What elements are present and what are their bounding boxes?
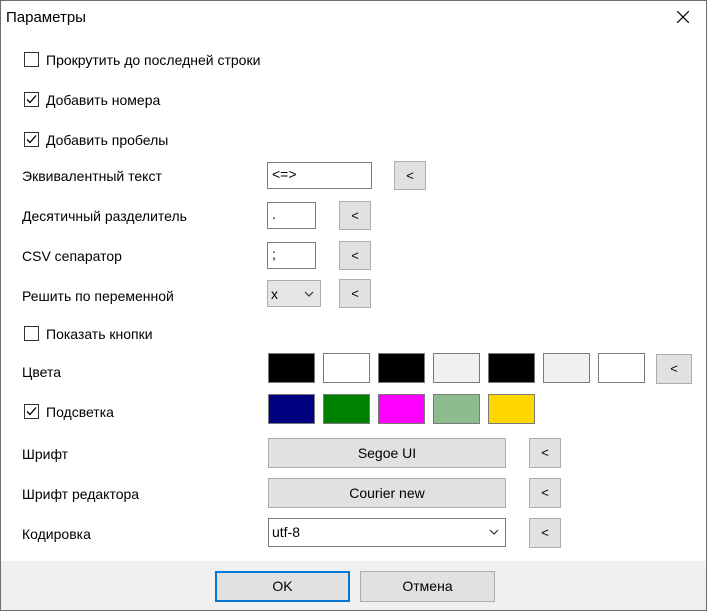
checkmark-icon bbox=[26, 95, 37, 104]
color-swatch[interactable] bbox=[543, 353, 590, 383]
editor-font-label: Шрифт редактора bbox=[22, 486, 140, 502]
color-swatch[interactable] bbox=[598, 353, 645, 383]
equiv-text-label: Эквивалентный текст bbox=[22, 168, 162, 184]
show-buttons-checkbox[interactable] bbox=[24, 326, 39, 341]
font-label: Шрифт bbox=[22, 446, 69, 462]
highlight-color-swatch[interactable] bbox=[378, 394, 425, 424]
color-swatch[interactable] bbox=[433, 353, 480, 383]
highlight-checkbox[interactable] bbox=[24, 404, 39, 419]
encoding-reset-button[interactable]: < bbox=[529, 518, 561, 548]
add-numbers-label: Добавить номера bbox=[46, 92, 161, 108]
equiv-text-field[interactable]: <=> bbox=[267, 162, 372, 189]
add-numbers-checkbox[interactable] bbox=[24, 92, 39, 107]
close-icon bbox=[677, 11, 689, 23]
highlight-color-swatch[interactable] bbox=[488, 394, 535, 424]
decimal-sep-reset-button[interactable]: < bbox=[339, 201, 371, 230]
solve-var-value: x bbox=[271, 286, 278, 302]
csv-sep-reset-button[interactable]: < bbox=[339, 241, 371, 270]
highlight-color-swatch[interactable] bbox=[268, 394, 315, 424]
chevron-down-icon bbox=[304, 291, 314, 297]
colors-reset-button[interactable]: < bbox=[656, 354, 692, 384]
solve-var-reset-button[interactable]: < bbox=[339, 279, 371, 308]
color-swatch[interactable] bbox=[378, 353, 425, 383]
color-swatch[interactable] bbox=[323, 353, 370, 383]
dialog-title: Параметры bbox=[6, 9, 86, 26]
chevron-down-icon bbox=[489, 529, 499, 535]
font-select-button[interactable]: Segoe UI bbox=[268, 438, 506, 468]
colors-label: Цвета bbox=[22, 364, 61, 380]
dialog-footer: OK Отмена bbox=[1, 561, 706, 610]
solve-var-label: Решить по переменной bbox=[22, 288, 174, 304]
show-buttons-label: Показать кнопки bbox=[46, 326, 153, 342]
checkmark-icon bbox=[26, 135, 37, 144]
title-bar: Параметры bbox=[1, 1, 706, 33]
font-reset-button[interactable]: < bbox=[529, 438, 561, 468]
decimal-sep-field[interactable]: . bbox=[267, 202, 316, 229]
ok-button[interactable]: OK bbox=[215, 571, 350, 602]
editor-font-select-button[interactable]: Courier new bbox=[268, 478, 506, 508]
highlight-color-swatch[interactable] bbox=[323, 394, 370, 424]
color-swatch[interactable] bbox=[488, 353, 535, 383]
scroll-last-checkbox[interactable] bbox=[24, 52, 39, 67]
add-spaces-checkbox[interactable] bbox=[24, 132, 39, 147]
encoding-value: utf-8 bbox=[272, 524, 301, 540]
encoding-dropdown[interactable]: utf-8 bbox=[268, 518, 506, 547]
checkmark-icon bbox=[26, 407, 37, 416]
csv-sep-field[interactable]: ; bbox=[267, 242, 316, 269]
editor-font-reset-button[interactable]: < bbox=[529, 478, 561, 508]
options-dialog: Параметры Прокрутить до последней строки… bbox=[0, 0, 707, 611]
decimal-sep-label: Десятичный разделитель bbox=[22, 208, 187, 224]
color-swatch[interactable] bbox=[268, 353, 315, 383]
close-button[interactable] bbox=[660, 1, 706, 33]
csv-sep-label: CSV сепаратор bbox=[22, 248, 122, 264]
add-spaces-label: Добавить пробелы bbox=[46, 132, 169, 148]
equiv-text-reset-button[interactable]: < bbox=[394, 161, 426, 190]
encoding-label: Кодировка bbox=[22, 526, 91, 542]
highlight-label: Подсветка bbox=[46, 404, 114, 420]
cancel-button[interactable]: Отмена bbox=[360, 571, 495, 602]
scroll-last-label: Прокрутить до последней строки bbox=[46, 52, 261, 68]
solve-var-dropdown[interactable]: x bbox=[267, 280, 321, 307]
highlight-color-swatch[interactable] bbox=[433, 394, 480, 424]
